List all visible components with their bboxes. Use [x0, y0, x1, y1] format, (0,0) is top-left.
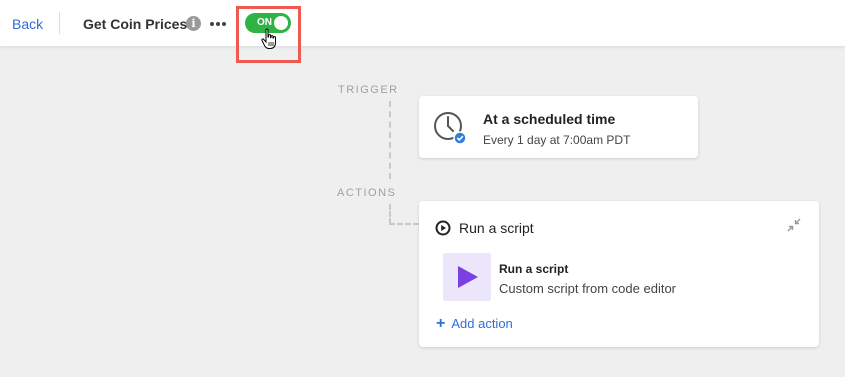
action-card[interactable]: Run a script Run a script Custom script …	[419, 201, 819, 347]
collapse-icon[interactable]	[787, 218, 801, 232]
trigger-schedule: Every 1 day at 7:00am PDT	[483, 133, 631, 147]
actions-section-label: ACTIONS	[337, 187, 397, 199]
more-options-icon[interactable]	[210, 15, 226, 31]
back-link[interactable]: Back	[12, 16, 43, 32]
step-title[interactable]: Run a script	[499, 262, 568, 276]
trigger-section-label: TRIGGER	[338, 84, 399, 96]
trigger-title: At a scheduled time	[483, 111, 616, 127]
action-title: Run a script	[459, 220, 534, 236]
connector-line	[389, 223, 419, 225]
connector-line	[389, 101, 391, 179]
add-action-button[interactable]: + Add action	[436, 315, 513, 333]
play-icon	[458, 266, 478, 288]
page-title: Get Coin Prices	[83, 16, 188, 32]
info-icon[interactable]: i	[186, 16, 201, 31]
connector-line	[389, 204, 391, 224]
run-script-icon	[435, 220, 451, 236]
top-bar: Back Get Coin Prices i ON	[0, 0, 845, 47]
divider	[59, 12, 60, 34]
trigger-card[interactable]: At a scheduled time Every 1 day at 7:00a…	[419, 96, 698, 158]
clock-icon	[434, 112, 467, 145]
script-step-thumbnail[interactable]	[443, 253, 491, 301]
hand-cursor-icon	[261, 28, 276, 49]
plus-icon: +	[436, 315, 446, 332]
add-action-label: Add action	[451, 316, 513, 331]
step-description: Custom script from code editor	[499, 281, 677, 296]
